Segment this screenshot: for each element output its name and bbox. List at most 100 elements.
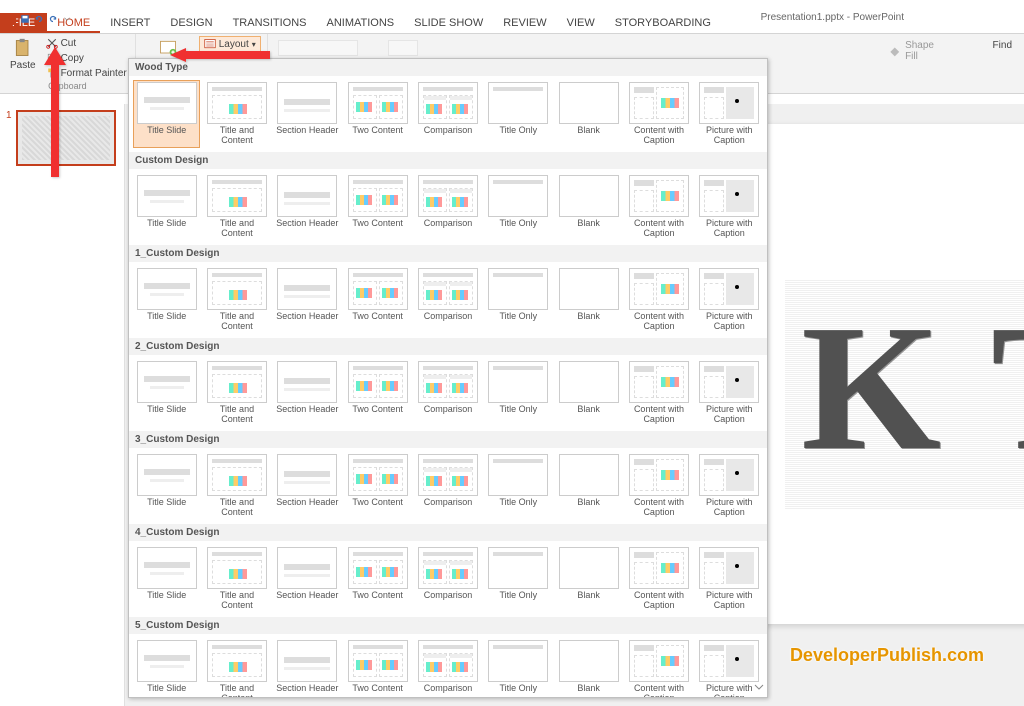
- layout-item-content_caption[interactable]: Content with Caption: [625, 638, 692, 698]
- layout-item-blank[interactable]: Blank: [555, 266, 622, 334]
- layout-item-title_only[interactable]: Title Only: [485, 80, 552, 148]
- layout-item-two_content[interactable]: Two Content: [344, 173, 411, 241]
- layout-item-comparison[interactable]: Comparison: [414, 452, 481, 520]
- layout-item-blank[interactable]: Blank: [555, 359, 622, 427]
- layout-item-title_slide[interactable]: Title Slide: [133, 638, 200, 698]
- layout-item-title_slide[interactable]: Title Slide: [133, 545, 200, 613]
- layout-item-section_header[interactable]: Section Header: [274, 80, 341, 148]
- layout-label: Two Content: [352, 405, 403, 425]
- layout-item-two_content[interactable]: Two Content: [344, 452, 411, 520]
- tab-review[interactable]: REVIEW: [493, 13, 556, 33]
- layout-item-title_content[interactable]: Title and Content: [203, 359, 270, 427]
- layout-item-comparison[interactable]: Comparison: [414, 638, 481, 698]
- layout-item-comparison[interactable]: Comparison: [414, 545, 481, 613]
- layout-preview: [488, 175, 548, 217]
- layout-item-title_slide[interactable]: Title Slide: [133, 173, 200, 241]
- layout-preview: [559, 82, 619, 124]
- layout-item-section_header[interactable]: Section Header: [274, 545, 341, 613]
- tab-transitions[interactable]: TRANSITIONS: [223, 13, 317, 33]
- layout-label: Title Only: [499, 312, 537, 332]
- layout-item-two_content[interactable]: Two Content: [344, 638, 411, 698]
- redo-icon[interactable]: [48, 14, 58, 24]
- layout-item-blank[interactable]: Blank: [555, 173, 622, 241]
- layout-item-section_header[interactable]: Section Header: [274, 638, 341, 698]
- layout-item-content_caption[interactable]: Content with Caption: [625, 545, 692, 613]
- layout-item-section_header[interactable]: Section Header: [274, 173, 341, 241]
- layout-label: Content with Caption: [627, 684, 690, 698]
- layout-preview: [629, 82, 689, 124]
- layout-item-picture_caption[interactable]: Picture with Caption: [696, 80, 763, 148]
- layout-item-content_caption[interactable]: Content with Caption: [625, 359, 692, 427]
- tab-slideshow[interactable]: SLIDE SHOW: [404, 13, 493, 33]
- gallery-row: Title SlideTitle and ContentSection Head…: [129, 262, 767, 338]
- layout-item-title_only[interactable]: Title Only: [485, 638, 552, 698]
- layout-preview: [207, 361, 267, 403]
- layout-label: Comparison: [424, 126, 473, 146]
- layout-item-blank[interactable]: Blank: [555, 545, 622, 613]
- layout-item-picture_caption[interactable]: Picture with Caption: [696, 359, 763, 427]
- gallery-row: Title SlideTitle and ContentSection Head…: [129, 355, 767, 431]
- layout-item-title_only[interactable]: Title Only: [485, 359, 552, 427]
- layout-preview: [137, 82, 197, 124]
- layout-label: Blank: [577, 219, 600, 239]
- layout-item-content_caption[interactable]: Content with Caption: [625, 80, 692, 148]
- layout-gallery-dropdown: Wood TypeTitle SlideTitle and ContentSec…: [128, 58, 768, 698]
- layout-item-picture_caption[interactable]: Picture with Caption: [696, 452, 763, 520]
- layout-label: Title Slide: [147, 219, 186, 239]
- layout-item-title_only[interactable]: Title Only: [485, 266, 552, 334]
- gallery-scroll-down-icon[interactable]: [753, 681, 765, 693]
- layout-item-title_slide[interactable]: Title Slide: [133, 266, 200, 334]
- layout-item-title_content[interactable]: Title and Content: [203, 173, 270, 241]
- layout-item-two_content[interactable]: Two Content: [344, 359, 411, 427]
- layout-item-title_content[interactable]: Title and Content: [203, 545, 270, 613]
- layout-item-title_content[interactable]: Title and Content: [203, 80, 270, 148]
- layout-item-comparison[interactable]: Comparison: [414, 359, 481, 427]
- layout-item-picture_caption[interactable]: Picture with Caption: [696, 545, 763, 613]
- layout-preview: [488, 640, 548, 682]
- gallery-row: Title SlideTitle and ContentSection Head…: [129, 541, 767, 617]
- layout-item-comparison[interactable]: Comparison: [414, 266, 481, 334]
- shape-fill-button[interactable]: Shape Fill: [887, 40, 934, 62]
- layout-item-title_only[interactable]: Title Only: [485, 545, 552, 613]
- layout-item-two_content[interactable]: Two Content: [344, 266, 411, 334]
- qat-dropdown-icon[interactable]: [62, 14, 72, 24]
- layout-item-content_caption[interactable]: Content with Caption: [625, 266, 692, 334]
- tab-view[interactable]: VIEW: [557, 13, 605, 33]
- layout-item-title_only[interactable]: Title Only: [485, 452, 552, 520]
- layout-item-picture_caption[interactable]: Picture with Caption: [696, 266, 763, 334]
- layout-preview: [559, 175, 619, 217]
- layout-item-content_caption[interactable]: Content with Caption: [625, 452, 692, 520]
- tab-storyboarding[interactable]: STORYBOARDING: [605, 13, 721, 33]
- layout-preview: [207, 454, 267, 496]
- paste-button[interactable]: Paste: [6, 36, 40, 73]
- layout-item-two_content[interactable]: Two Content: [344, 80, 411, 148]
- save-icon[interactable]: [20, 14, 30, 24]
- layout-item-blank[interactable]: Blank: [555, 638, 622, 698]
- tab-animations[interactable]: ANIMATIONS: [317, 13, 405, 33]
- layout-item-picture_caption[interactable]: Picture with Caption: [696, 173, 763, 241]
- layout-item-content_caption[interactable]: Content with Caption: [625, 173, 692, 241]
- layout-item-title_content[interactable]: Title and Content: [203, 638, 270, 698]
- layout-item-blank[interactable]: Blank: [555, 80, 622, 148]
- layout-item-title_slide[interactable]: Title Slide: [133, 359, 200, 427]
- layout-item-comparison[interactable]: Comparison: [414, 173, 481, 241]
- layout-item-title_content[interactable]: Title and Content: [203, 452, 270, 520]
- layout-item-comparison[interactable]: Comparison: [414, 80, 481, 148]
- layout-item-title_slide[interactable]: Title Slide: [133, 80, 200, 148]
- watermark-text: DeveloperPublish.com: [790, 645, 984, 666]
- layout-item-blank[interactable]: Blank: [555, 452, 622, 520]
- tab-design[interactable]: DESIGN: [160, 13, 222, 33]
- layout-item-section_header[interactable]: Section Header: [274, 266, 341, 334]
- find-button[interactable]: Find: [990, 40, 1012, 51]
- layout-item-title_only[interactable]: Title Only: [485, 173, 552, 241]
- layout-item-two_content[interactable]: Two Content: [344, 545, 411, 613]
- layout-item-title_content[interactable]: Title and Content: [203, 266, 270, 334]
- gallery-body: Wood TypeTitle SlideTitle and ContentSec…: [129, 59, 767, 698]
- layout-item-title_slide[interactable]: Title Slide: [133, 452, 200, 520]
- layout-item-section_header[interactable]: Section Header: [274, 359, 341, 427]
- layout-item-section_header[interactable]: Section Header: [274, 452, 341, 520]
- shape-fill-icon: [887, 43, 903, 59]
- tab-insert[interactable]: INSERT: [100, 13, 160, 33]
- undo-icon[interactable]: [34, 14, 44, 24]
- layout-label: Picture with Caption: [698, 219, 761, 239]
